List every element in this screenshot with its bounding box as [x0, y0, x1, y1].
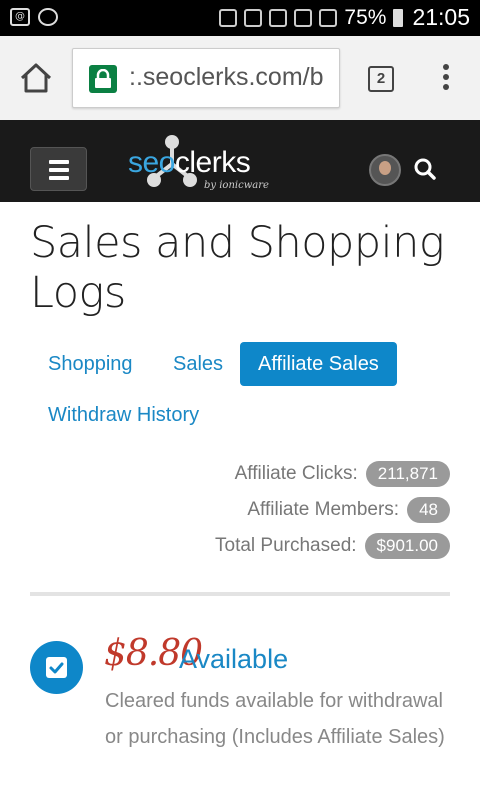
status-bar: @ 75% 21:05: [0, 0, 480, 36]
search-icon[interactable]: [414, 158, 436, 180]
funds-description: Cleared funds available for withdrawal o…: [105, 690, 445, 748]
wifi-icon: [269, 8, 288, 27]
stat-badge: 48: [407, 497, 450, 523]
url-bar[interactable]: :.seoclerks.com/b: [72, 48, 340, 108]
tab-sales[interactable]: Sales: [155, 342, 241, 386]
email-notification-icon: @: [10, 8, 30, 26]
browser-toolbar: :.seoclerks.com/b 2: [0, 36, 480, 120]
stat-row: Affiliate Members: 48: [150, 492, 450, 528]
lock-icon: [89, 65, 117, 93]
battery-icon: [393, 8, 404, 27]
tab-shopping[interactable]: Shopping: [30, 342, 151, 386]
stat-row: Affiliate Clicks: 211,871: [150, 456, 450, 492]
logo-wordmark: seoclerks: [128, 146, 251, 179]
clock: 21:05: [412, 4, 470, 30]
hamburger-icon[interactable]: [30, 147, 87, 191]
tab-affiliate-sales[interactable]: Affiliate Sales: [240, 342, 397, 386]
battery-percent: 75%: [344, 5, 387, 29]
avatar[interactable]: [369, 154, 401, 186]
stat-row: Total Purchased: $901.00: [150, 528, 450, 564]
home-icon[interactable]: [18, 60, 54, 96]
stat-label: Affiliate Clicks:: [234, 463, 358, 484]
stat-label: Total Purchased:: [215, 535, 357, 556]
stat-badge: 211,871: [365, 461, 450, 487]
stat-badge: $901.00: [364, 533, 450, 559]
divider: [30, 592, 450, 596]
site-logo[interactable]: seoclerks by ionicware: [128, 134, 278, 196]
affiliate-stats: Affiliate Clicks: 211,871 Affiliate Memb…: [150, 456, 450, 564]
logo-tagline: by ionicware: [204, 180, 269, 191]
available-label: Available: [179, 644, 289, 674]
stat-label: Affiliate Members:: [247, 499, 400, 520]
checkbox-icon: [30, 641, 83, 694]
mute-icon: [244, 8, 263, 27]
cast-icon: [219, 8, 238, 27]
url-text: :.seoclerks.com/b: [129, 63, 324, 91]
location-notification-icon: [38, 8, 58, 26]
tabs-icon[interactable]: 2: [368, 66, 394, 92]
page-title: Sales and Shopping Logs: [30, 218, 445, 318]
site-header: seoclerks by ionicware: [0, 120, 480, 202]
tab-withdraw-history[interactable]: Withdraw History: [30, 393, 217, 437]
call-icon: [294, 8, 313, 27]
overflow-menu-icon[interactable]: [440, 64, 452, 94]
signal-icon: [319, 8, 338, 27]
